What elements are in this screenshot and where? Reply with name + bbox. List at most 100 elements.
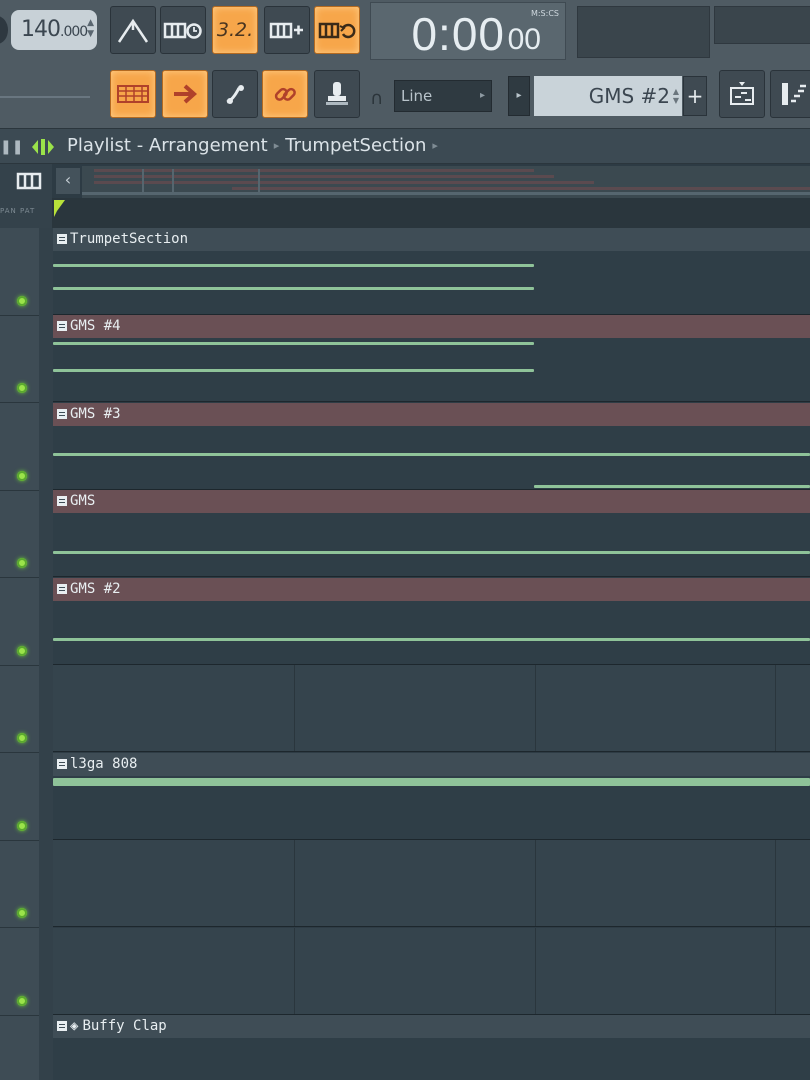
track-divider [0,577,39,578]
track-divider [0,665,39,666]
note[interactable] [53,453,810,456]
master-slider[interactable] [0,96,90,98]
empty-track-lane[interactable] [53,928,810,1015]
clip-body[interactable] [53,426,810,489]
track-mute-led[interactable] [17,733,27,743]
stamp-tool-button[interactable] [314,70,360,118]
clip-menu-icon[interactable] [57,1021,67,1031]
note[interactable] [53,369,534,372]
note[interactable] [53,551,810,554]
clip-body[interactable] [53,1038,810,1080]
timeline-ruler[interactable] [52,198,810,228]
speaker-arrows-icon[interactable] [30,136,56,162]
song-overview-strip[interactable] [82,166,810,198]
empty-track-lane[interactable] [53,840,810,927]
track-mute-led[interactable] [17,908,27,918]
playlist-window-button[interactable] [719,70,765,118]
breadcrumb-chevron-icon[interactable]: ▸ [426,139,444,152]
add-pattern-button[interactable]: + [683,76,707,116]
clip-header[interactable]: GMS #4 [53,315,810,338]
slide-tool-button[interactable] [212,70,258,118]
countdown-button[interactable]: 3.2. [212,6,258,54]
tempo-field[interactable]: 140.000 ▲ ▼ [11,10,97,50]
tempo-knob[interactable] [0,16,8,44]
clip-body[interactable] [53,251,810,314]
clip-menu-icon[interactable] [57,584,67,594]
clip-body[interactable] [53,776,810,839]
pattern-spin-icon[interactable]: ▲ ▼ [673,87,679,105]
pattern-menu-button[interactable]: ▸ [508,76,530,116]
playlist-view-button[interactable] [110,70,156,118]
time-display[interactable]: M:S:CS 0:00 00 [370,2,566,60]
track-mute-led[interactable] [17,296,27,306]
track-lane[interactable]: GMS #4 [53,315,810,402]
clip-menu-icon[interactable] [57,409,67,419]
keyboard-loop-icon [318,22,356,39]
note[interactable] [534,485,810,488]
note[interactable] [53,778,810,786]
note[interactable] [53,264,534,267]
track-divider [0,315,39,316]
clip-name: GMS #3 [70,406,121,422]
playlist-titlebar[interactable]: ❚❚ Playlist - Arrangement ▸ TrumpetSection… [0,128,810,164]
clip-menu-icon[interactable] [57,321,67,331]
pattern-name: GMS #2 [588,84,670,108]
track-mute-led[interactable] [17,383,27,393]
snap-value: Line [401,87,433,105]
track-lane[interactable]: GMS #3 [53,403,810,490]
pattern-selector[interactable]: GMS #2 ▲ ▼ [534,76,682,116]
track-mute-led[interactable] [17,821,27,831]
clip-header[interactable]: GMS #2 [53,578,810,601]
playlist-lanes[interactable]: TrumpetSection GMS #4 GMS #3 GMS GMS #2 … [53,228,810,1080]
clip-menu-icon[interactable] [57,496,67,506]
clip-header[interactable]: GMS #3 [53,403,810,426]
clip-menu-icon[interactable] [57,234,67,244]
bar-gridline [535,665,536,751]
wait-for-input-button[interactable] [160,6,206,54]
clip-header[interactable]: TrumpetSection [53,228,810,251]
breadcrumb-section[interactable]: TrumpetSection [285,135,426,156]
clip-header[interactable]: ◈ Buffy Clap [53,1015,810,1038]
loop-record-button[interactable] [314,6,360,54]
track-divider [0,490,39,491]
main-toolbar: 140.000 ▲ ▼ 3.2. M:S:CS 0:00 00 ∩ Line ▸… [0,0,810,128]
clip-body[interactable] [53,601,810,664]
window-grip-icon[interactable]: ❚❚ [0,139,23,155]
clip-header[interactable]: GMS [53,490,810,513]
track-lane[interactable]: l3ga 808 [53,753,810,840]
window-title-text: Playlist - Arrangement [67,135,268,156]
metronome-button[interactable] [110,6,156,54]
countdown-label: 3.2. [216,19,254,41]
track-lane[interactable]: ◈ Buffy Clap [53,1015,810,1080]
tempo-spin-icon[interactable]: ▲ ▼ [87,18,94,40]
track-mute-led[interactable] [17,646,27,656]
track-mute-led[interactable] [17,996,27,1006]
track-mute-led[interactable] [17,558,27,568]
track-lane[interactable]: GMS [53,490,810,577]
piano-roll-window-button[interactable] [770,70,810,118]
track-lane[interactable]: GMS #2 [53,578,810,665]
track-mute-led[interactable] [17,471,27,481]
clip-header[interactable]: l3ga 808 [53,753,810,776]
time-centiseconds: 00 [507,23,541,56]
clip-menu-icon[interactable] [57,759,67,769]
note[interactable] [53,287,534,290]
scroll-left-button[interactable]: ‹ [56,168,80,194]
note[interactable] [53,342,534,345]
clip-body[interactable] [53,338,810,401]
playhead-marker-icon[interactable] [53,199,67,223]
clip-body[interactable] [53,513,810,576]
note-slide-icon [226,85,244,104]
bar-gridline [775,665,776,751]
piano-keys-icon[interactable] [16,172,42,190]
track-lane[interactable]: TrumpetSection [53,228,810,315]
empty-track-lane[interactable] [53,665,810,752]
cpu-monitor-panel [577,6,710,58]
snap-select[interactable]: Line ▸ [394,80,492,112]
clip-name: GMS [70,493,96,509]
track-divider [0,402,39,403]
arrow-forward-button[interactable] [162,70,208,118]
step-edit-button[interactable] [264,6,310,54]
link-button[interactable] [262,70,308,118]
note[interactable] [53,638,810,641]
